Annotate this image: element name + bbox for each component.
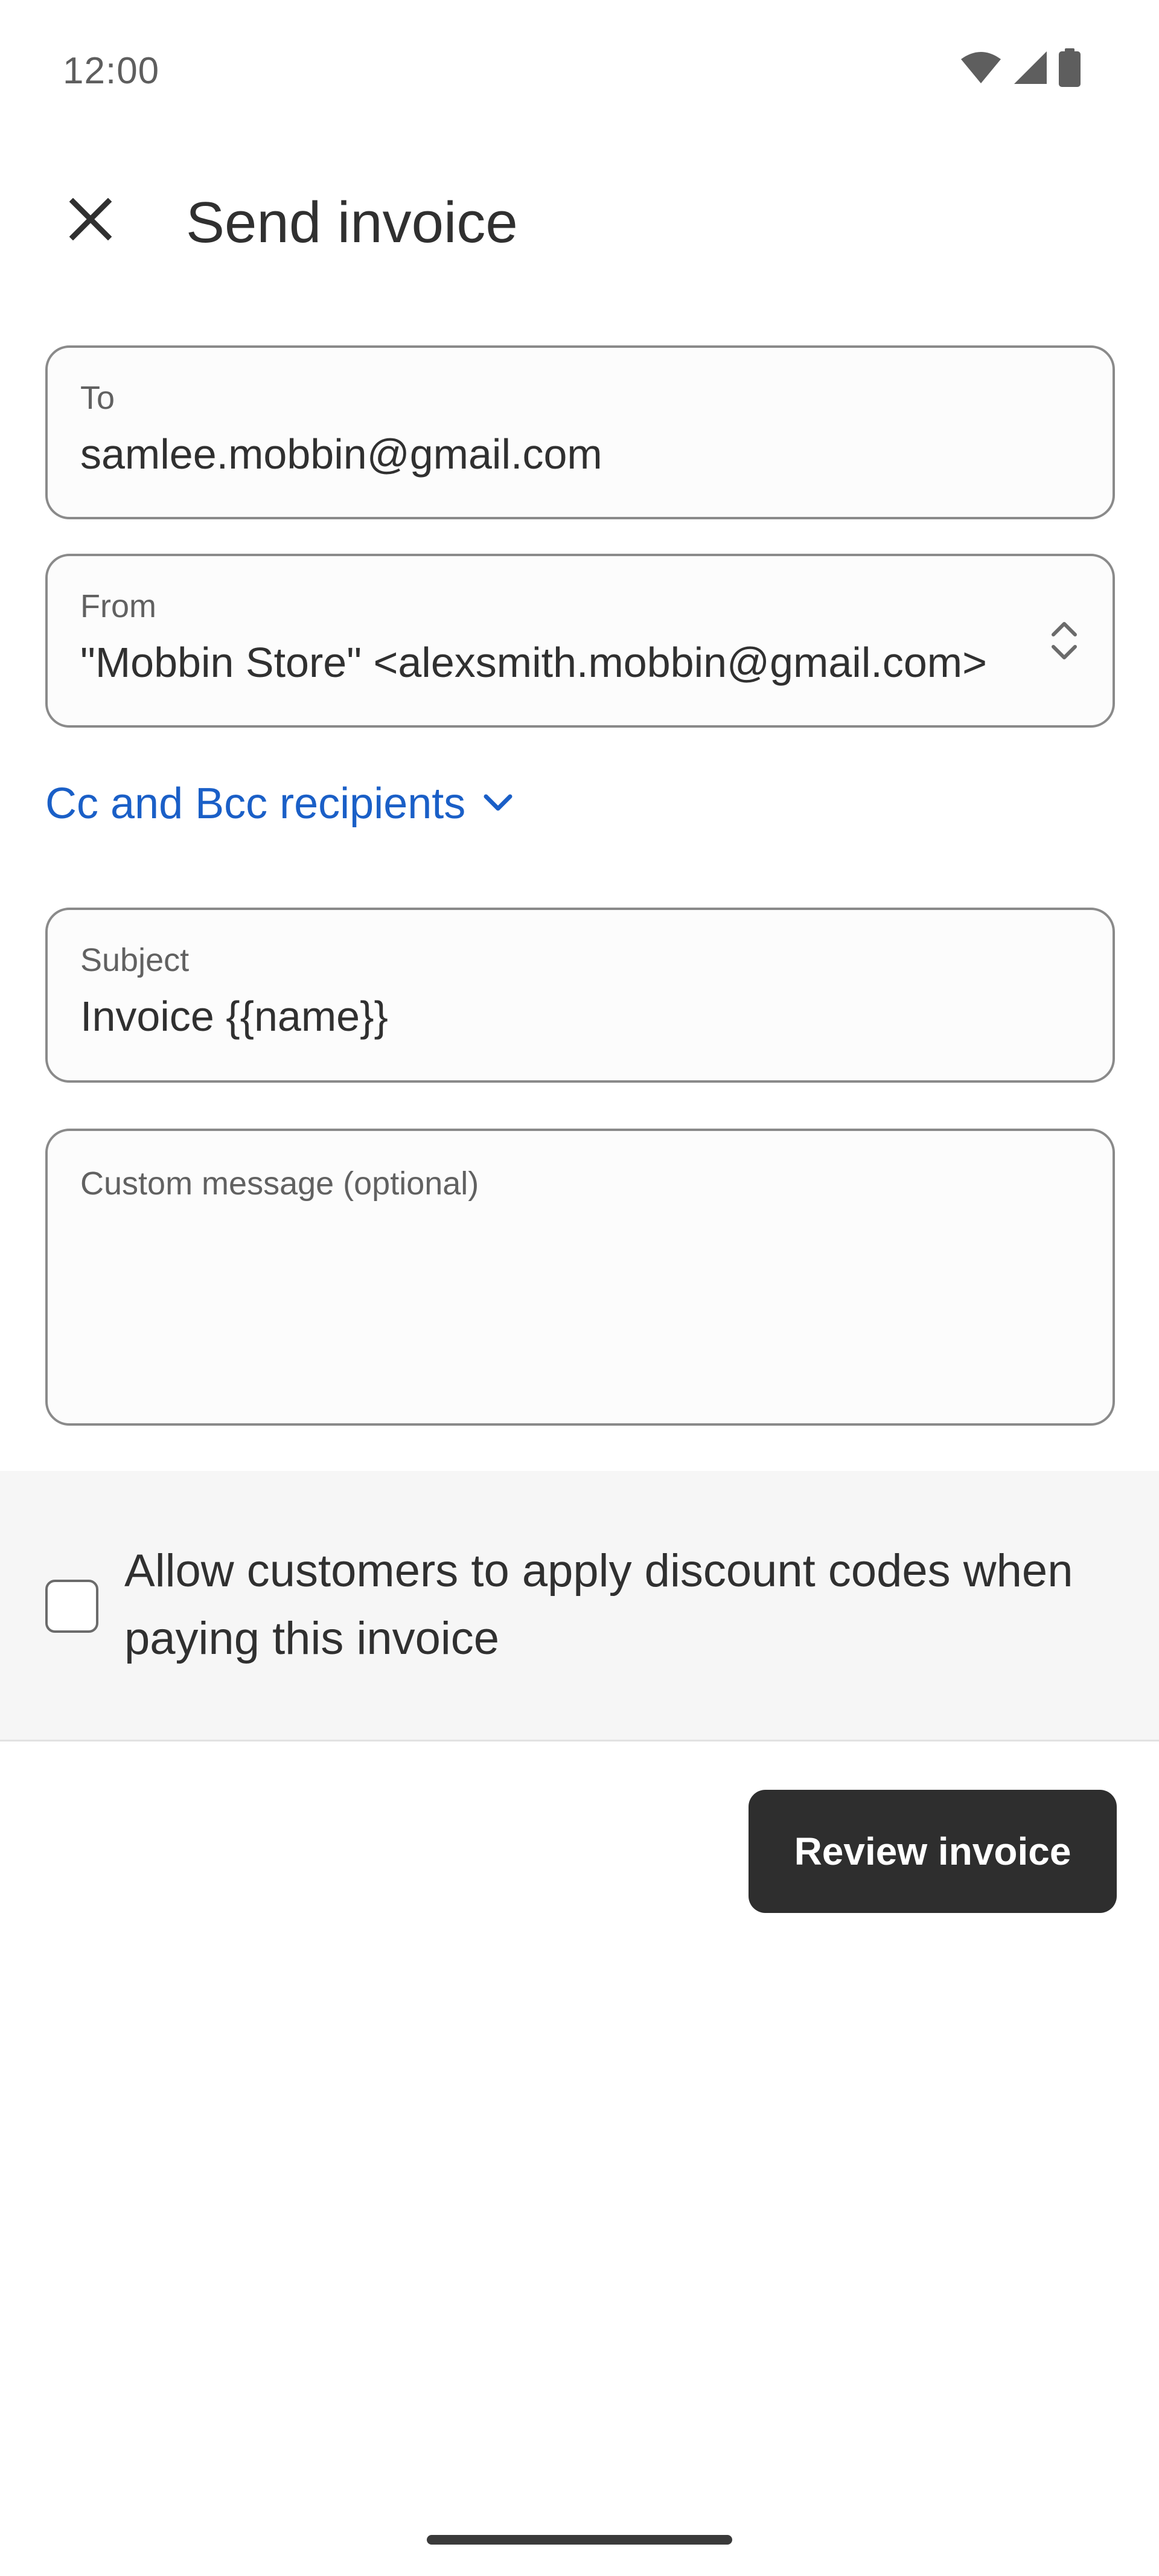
close-icon	[69, 197, 112, 243]
discount-section: Allow customers to apply discount codes …	[0, 1471, 1159, 1741]
battery-icon	[1059, 48, 1081, 90]
subject-field-value[interactable]: Invoice {{name}}	[80, 992, 388, 1040]
status-icons	[960, 48, 1081, 90]
to-field-label: To	[80, 380, 115, 416]
status-bar: 12:00	[0, 0, 1159, 142]
close-button[interactable]	[54, 184, 127, 257]
custom-message-placeholder: Custom message (optional)	[80, 1165, 479, 1202]
discount-checkbox-label[interactable]: Allow customers to apply discount codes …	[124, 1537, 1114, 1673]
status-time: 12:00	[63, 50, 160, 92]
home-indicator[interactable]	[427, 2535, 732, 2545]
app-header: Send invoice	[0, 169, 1159, 278]
from-select-value[interactable]: "Mobbin Store" <alexsmith.mobbin@gmail.c…	[80, 638, 1019, 687]
chevron-down-icon	[481, 790, 515, 818]
subject-field[interactable]: Subject Invoice {{name}}	[45, 908, 1115, 1083]
custom-message-field[interactable]: Custom message (optional)	[45, 1129, 1115, 1426]
page-title: Send invoice	[186, 190, 518, 255]
from-select-label: From	[80, 588, 156, 624]
discount-checkbox[interactable]	[45, 1580, 98, 1633]
wifi-icon	[960, 51, 1002, 88]
to-field-value[interactable]: samlee.mobbin@gmail.com	[80, 430, 602, 478]
from-select[interactable]: From "Mobbin Store" <alexsmith.mobbin@gm…	[45, 554, 1115, 728]
subject-field-label: Subject	[80, 942, 190, 978]
unfold-icon	[1046, 617, 1082, 665]
cc-bcc-label: Cc and Bcc recipients	[45, 780, 466, 828]
cc-bcc-toggle[interactable]: Cc and Bcc recipients	[45, 779, 515, 828]
signal-icon	[1013, 50, 1048, 88]
to-field[interactable]: To samlee.mobbin@gmail.com	[45, 345, 1115, 519]
review-invoice-button[interactable]: Review invoice	[749, 1790, 1117, 1913]
